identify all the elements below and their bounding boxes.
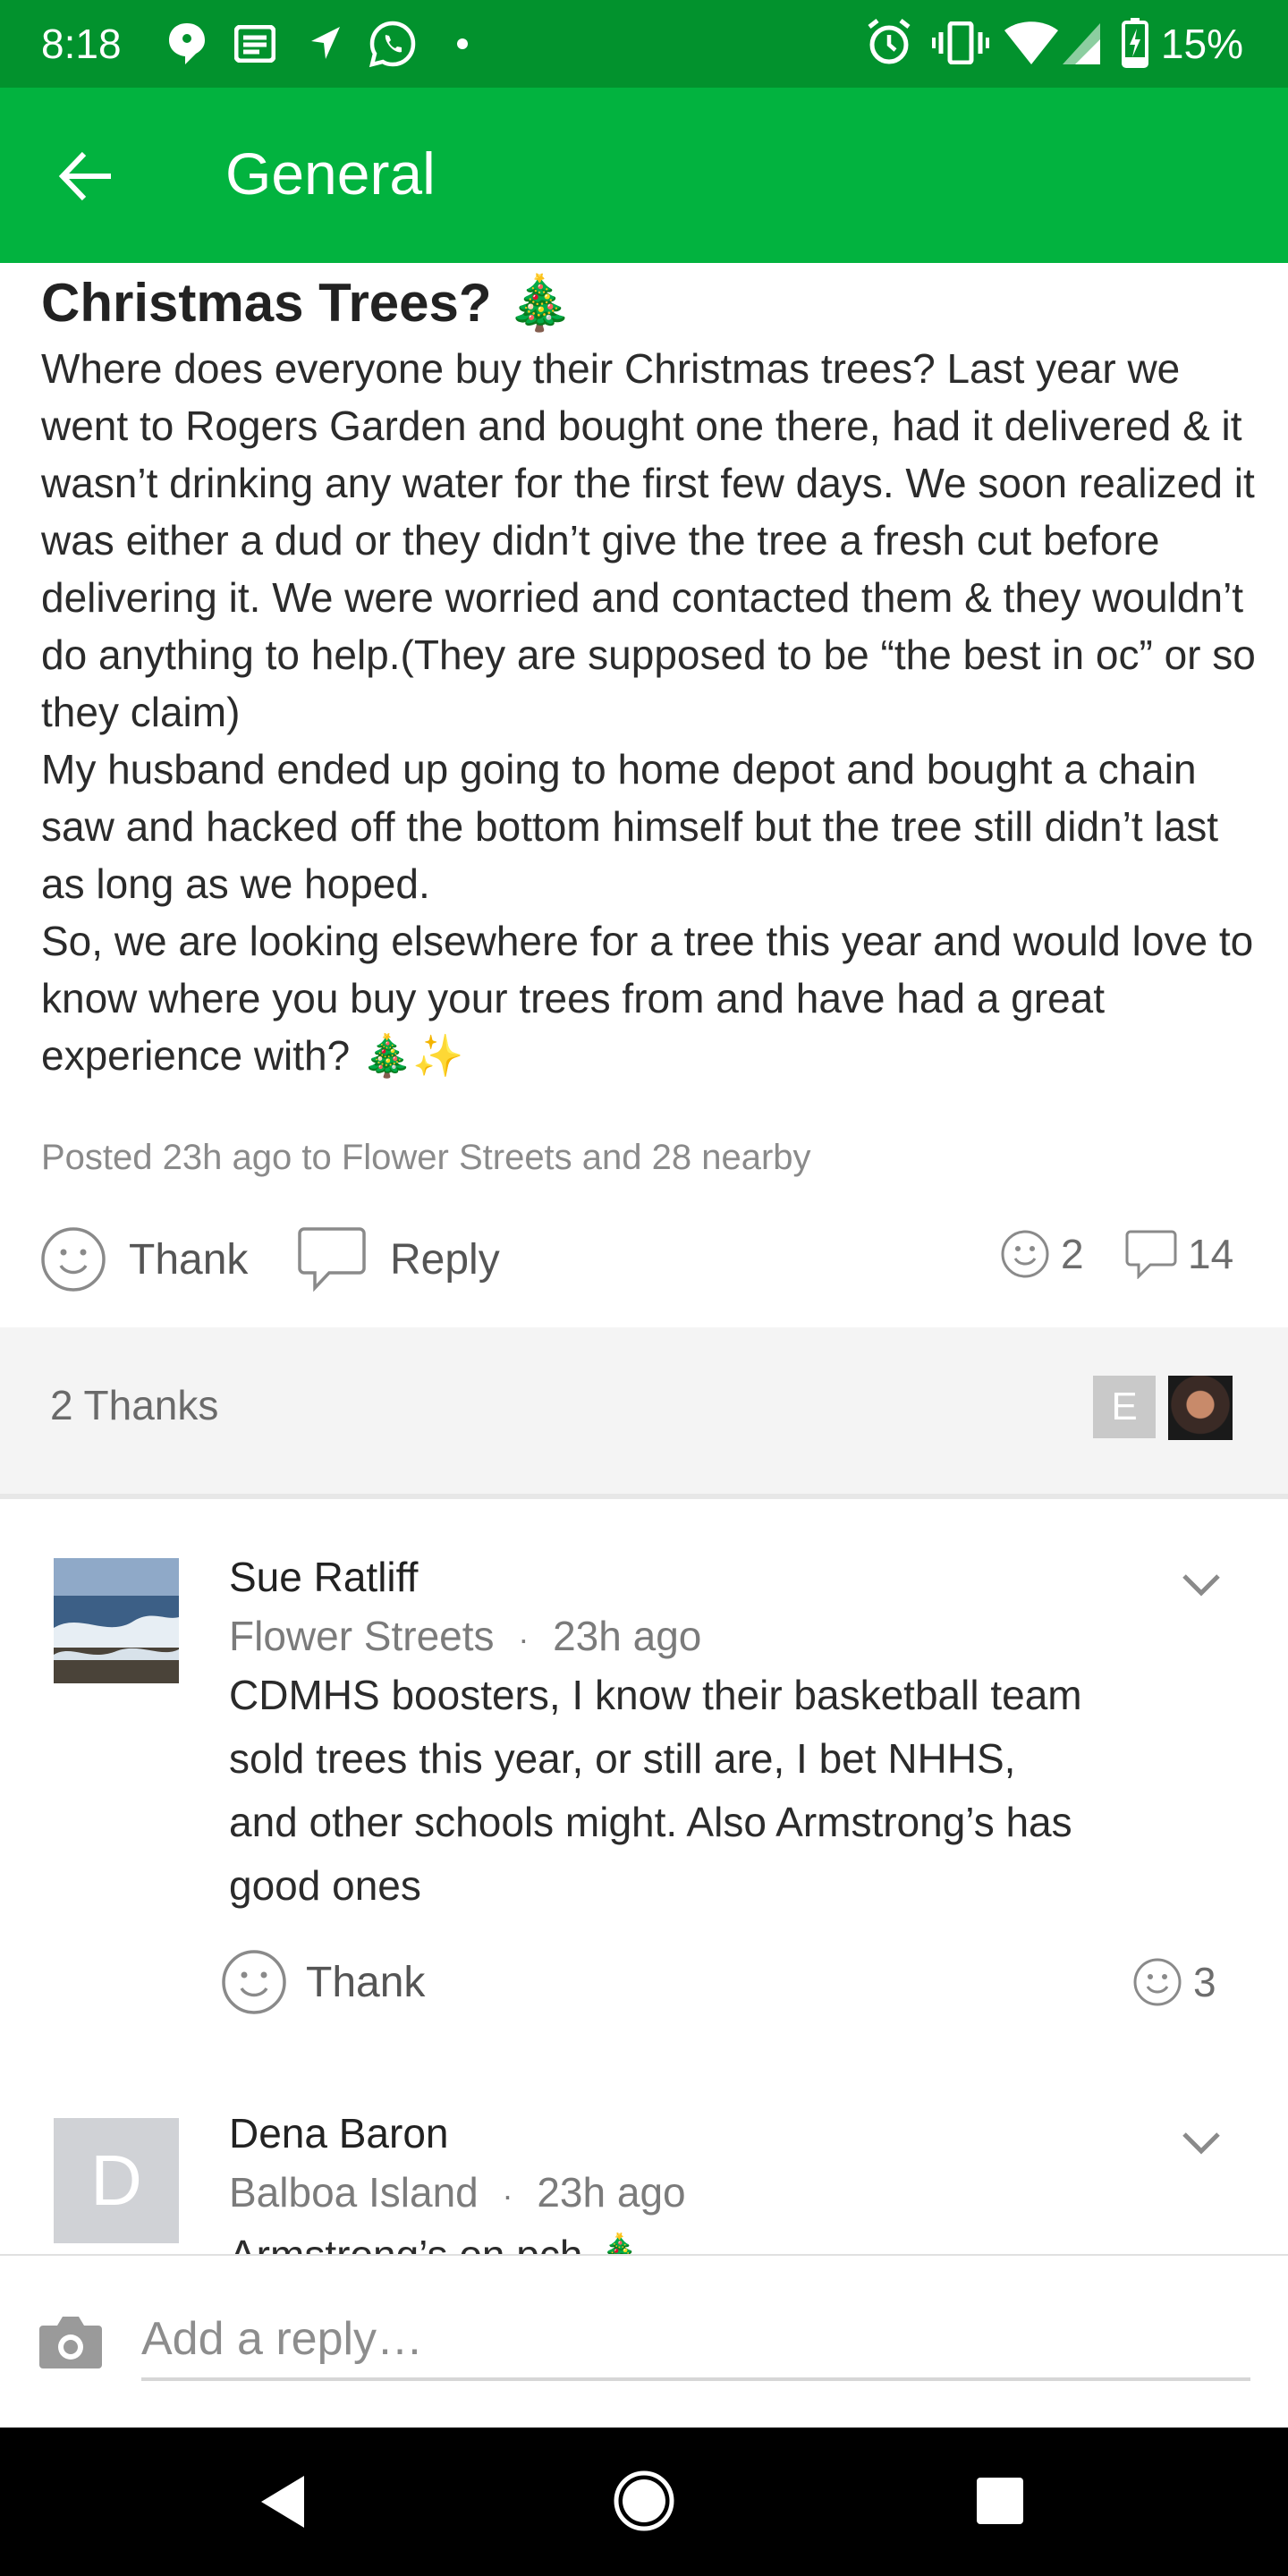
battery-icon bbox=[1122, 18, 1148, 68]
navigation-icon bbox=[311, 27, 340, 59]
post-body: Where does everyone buy their Christmas … bbox=[41, 345, 1256, 1079]
comment-text: CDMHS boosters, I know their basketball … bbox=[229, 1672, 1082, 1909]
post-title: Christmas Trees? 🎄 bbox=[41, 273, 573, 333]
status-time: 8:18 bbox=[41, 21, 122, 67]
comment-text: Armstrong’s on pch 🎄 bbox=[229, 2224, 1088, 2254]
chevron-down-icon[interactable] bbox=[1179, 2127, 1224, 2159]
dot-icon bbox=[457, 38, 468, 49]
speech-bubble-icon bbox=[1125, 1230, 1177, 1279]
news-icon bbox=[234, 25, 275, 63]
speech-bubble-icon bbox=[298, 1227, 366, 1292]
comment-time: 23h ago bbox=[553, 1613, 702, 1659]
post-actions: Thank Reply 2 14 bbox=[0, 1216, 1288, 1306]
signal-icon bbox=[1063, 23, 1100, 64]
thanks-label: 2 Thanks bbox=[50, 1382, 219, 1428]
thanks-count-value: 3 bbox=[1193, 1959, 1216, 2005]
reply-input[interactable] bbox=[141, 2301, 1250, 2381]
status-bar: 8:18 15% bbox=[0, 0, 1288, 88]
thank-label: Thank bbox=[306, 1958, 426, 2006]
smiley-icon bbox=[1001, 1230, 1049, 1278]
thanks-count[interactable]: 2 bbox=[1000, 1229, 1084, 1279]
post: Christmas Trees? 🎄 Where does everyone b… bbox=[41, 265, 1258, 1084]
comment-time: 23h ago bbox=[537, 2169, 686, 2216]
separator: · bbox=[502, 2177, 513, 2214]
app-bar: General bbox=[0, 88, 1288, 263]
comment-meta: Flower Streets · 23h ago bbox=[229, 1612, 701, 1660]
avatar[interactable]: D bbox=[54, 2118, 179, 2243]
comment-neighborhood[interactable]: Balboa Island bbox=[229, 2169, 479, 2216]
chat-bubble-icon bbox=[169, 23, 205, 64]
avatar[interactable] bbox=[1168, 1376, 1233, 1440]
back-arrow-icon[interactable] bbox=[55, 145, 118, 208]
comment-neighborhood[interactable]: Flower Streets bbox=[229, 1613, 495, 1659]
back-nav-icon[interactable] bbox=[258, 2472, 308, 2531]
comment-meta: Balboa Island · 23h ago bbox=[229, 2168, 686, 2216]
wifi-icon bbox=[1004, 21, 1058, 64]
thanks-count-value: 2 bbox=[1061, 1231, 1084, 1277]
page-title: General bbox=[225, 140, 436, 207]
thanks-bar[interactable]: 2 Thanks E bbox=[0, 1327, 1288, 1499]
replies-count-value: 14 bbox=[1188, 1231, 1234, 1277]
recents-nav-icon[interactable] bbox=[975, 2476, 1025, 2526]
thank-button[interactable]: Thank bbox=[39, 1225, 248, 1293]
replies-count[interactable]: 14 bbox=[1125, 1229, 1233, 1279]
alarm-icon bbox=[868, 19, 911, 64]
thank-label: Thank bbox=[129, 1235, 249, 1284]
comment-thanks-count[interactable]: 3 bbox=[1132, 1957, 1216, 2007]
battery-percent: 15% bbox=[1160, 21, 1243, 67]
smiley-icon bbox=[41, 1227, 106, 1292]
post-meta[interactable]: Posted 23h ago to Flower Streets and 28 … bbox=[41, 1138, 811, 1178]
camera-icon[interactable] bbox=[38, 2313, 104, 2370]
home-nav-icon[interactable] bbox=[612, 2469, 676, 2533]
comment-thank-button[interactable]: Thank bbox=[220, 1948, 425, 2016]
chevron-down-icon[interactable] bbox=[1179, 1569, 1224, 1601]
reply-bar bbox=[0, 2254, 1288, 2429]
reply-label: Reply bbox=[390, 1235, 500, 1284]
comment: D Dena Baron Balboa Island · 23h ago Arm… bbox=[0, 2057, 1288, 2254]
avatar[interactable] bbox=[54, 1558, 179, 1683]
separator: · bbox=[518, 1621, 530, 1657]
comment-author[interactable]: Dena Baron bbox=[229, 2109, 449, 2157]
avatar[interactable]: E bbox=[1093, 1376, 1156, 1438]
smiley-icon bbox=[222, 1950, 286, 2014]
whatsapp-icon bbox=[369, 21, 416, 68]
vibrate-icon bbox=[932, 21, 989, 64]
comment-author[interactable]: Sue Ratliff bbox=[229, 1553, 418, 1601]
reply-button[interactable]: Reply bbox=[297, 1225, 500, 1293]
smiley-icon bbox=[1133, 1958, 1182, 2006]
system-nav-bar bbox=[0, 2428, 1288, 2576]
